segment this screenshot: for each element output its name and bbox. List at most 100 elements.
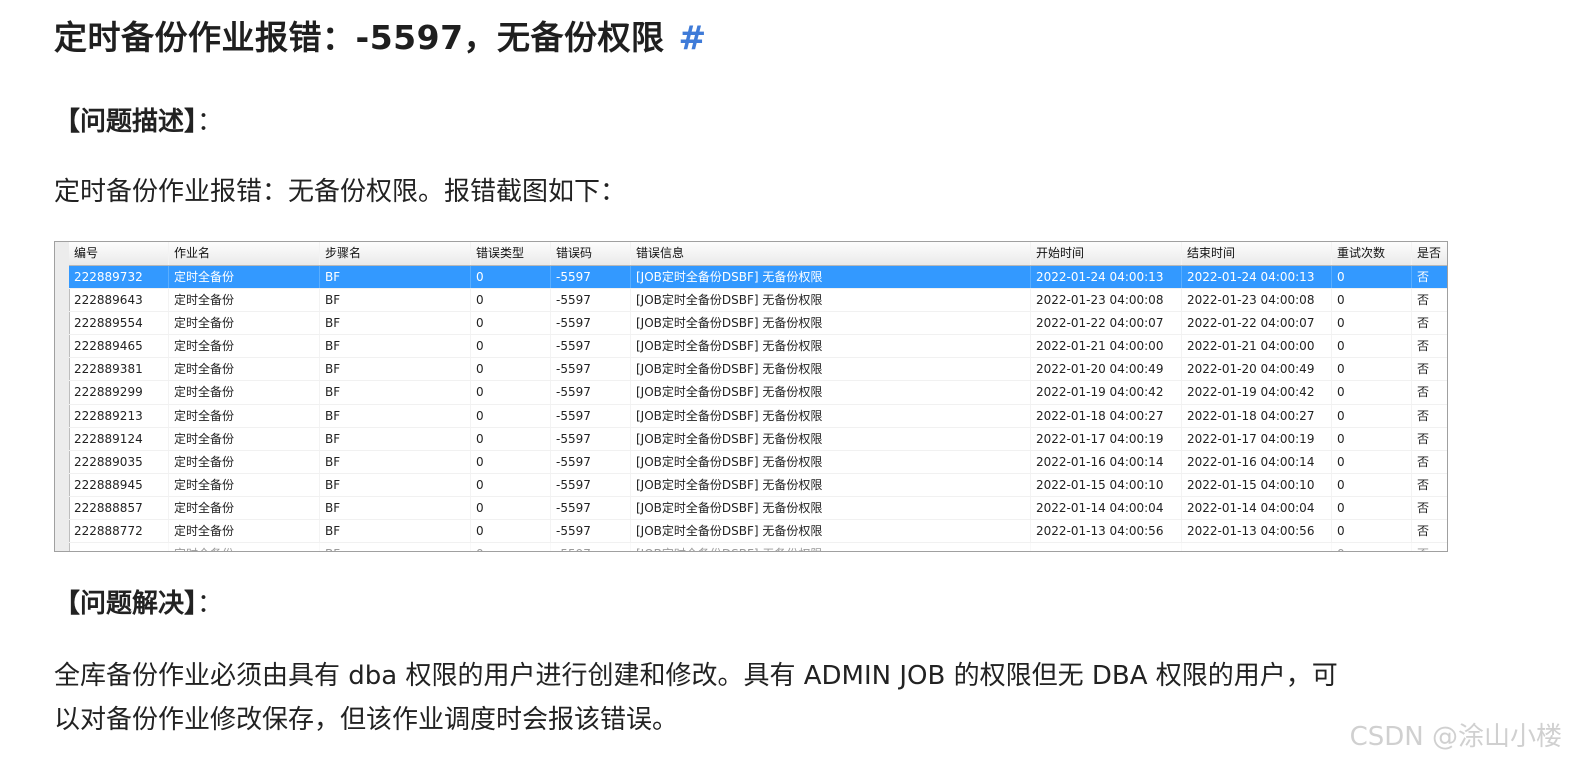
- column-header-step-name[interactable]: 步骤名: [320, 242, 471, 265]
- job-error-grid: 编号 作业名 步骤名 错误类型 错误码 错误信息 开始时间 结束时间 重试次数 是否 2228897…: [69, 242, 1447, 551]
- table-row[interactable]: 222889643 定时全备份 BF 0 -5597 [JOB定时全备份DSBF] 无备份…: [69, 289, 1447, 313]
- cell-id: 222889299: [69, 381, 169, 404]
- cell-error-code: -5597: [551, 473, 631, 496]
- cell-step-name: BF: [320, 404, 471, 427]
- error-screenshot-table: 编号 作业名 步骤名 错误类型 错误码 错误信息 开始时间 结束时间 重试次数 是否 2228897…: [54, 241, 1448, 552]
- cell-end-time: 2022-01-19 04:00:42: [1182, 381, 1332, 404]
- column-header-start-time[interactable]: 开始时间: [1031, 242, 1182, 265]
- cell-error-type: 0: [471, 266, 551, 289]
- cell-start-time: 2022-01-22 04:00:07: [1031, 312, 1182, 335]
- cell-error-message: [JOB定时全备份DSBF] 无备份权限: [631, 543, 1031, 551]
- cell-flag: 否: [1412, 497, 1447, 519]
- table-row[interactable]: 222889465 定时全备份 BF 0 -5597 [JOB定时全备份DSBF] 无备份…: [69, 335, 1447, 359]
- cell-end-time: 2022-01-18 04:00:27: [1182, 404, 1332, 427]
- cell-error-code: -5597: [551, 427, 631, 450]
- table-row[interactable]: 222888857 定时全备份 BF 0 -5597 [JOB定时全备份DSBF] 无备份…: [69, 496, 1447, 521]
- cell-step-name: BF: [320, 427, 471, 450]
- cell-start-time: 2022-01-15 04:00:10: [1031, 473, 1182, 496]
- cell-step-name: BF: [320, 543, 471, 551]
- cell-end-time: [1182, 543, 1332, 551]
- column-header-error-message[interactable]: 错误信息: [631, 242, 1031, 265]
- cell-step-name: BF: [320, 520, 471, 543]
- cell-flag: 否: [1412, 543, 1447, 551]
- cell-end-time: 2022-01-17 04:00:19: [1182, 427, 1332, 450]
- cell-flag: 否: [1412, 312, 1447, 334]
- cell-flag: 否: [1412, 381, 1447, 403]
- table-row[interactable]: 222889124 定时全备份 BF 0 -5597 [JOB定时全备份DSBF] 无备份…: [69, 427, 1447, 451]
- cell-error-type: 0: [471, 404, 551, 427]
- cell-step-name: BF: [320, 381, 471, 404]
- cell-start-time: 2022-01-16 04:00:14: [1031, 450, 1182, 473]
- heading-anchor-link[interactable]: #: [679, 18, 707, 57]
- cell-error-message: [JOB定时全备份DSBF] 无备份权限: [631, 427, 1031, 450]
- table-row[interactable]: 222889035 定时全备份 BF 0 -5597 [JOB定时全备份DSBF] 无备份…: [69, 450, 1447, 474]
- cell-error-message: [JOB定时全备份DSBF] 无备份权限: [631, 496, 1031, 520]
- cell-error-message: [JOB定时全备份DSBF] 无备份权限: [631, 266, 1031, 289]
- cell-error-message: [JOB定时全备份DSBF] 无备份权限: [631, 381, 1031, 404]
- cell-step-name: BF: [320, 450, 471, 473]
- table-row-partial[interactable]: 定时全备份BF0-5597[JOB定时全备份DSBF] 无备份权限0否: [69, 543, 1447, 551]
- cell-error-message: [JOB定时全备份DSBF] 无备份权限: [631, 450, 1031, 473]
- cell-retry-count: 0: [1332, 266, 1412, 289]
- cell-retry-count: 0: [1332, 289, 1412, 312]
- cell-id: 222888857: [69, 496, 169, 520]
- cell-job-name: 定时全备份: [169, 520, 320, 543]
- cell-id: 222889381: [69, 358, 169, 381]
- table-row[interactable]: 222889299 定时全备份 BF 0 -5597 [JOB定时全备份DSBF] 无备份…: [69, 381, 1447, 405]
- column-header-job-name[interactable]: 作业名: [169, 242, 320, 265]
- cell-flag: 否: [1412, 520, 1447, 542]
- cell-flag: 否: [1412, 358, 1447, 380]
- page-title: 定时备份作业报错：-5597，无备份权限 #: [54, 14, 707, 62]
- table-row[interactable]: 222889213 定时全备份 BF 0 -5597 [JOB定时全备份DSBF] 无备份…: [69, 404, 1447, 428]
- cell-error-type: 0: [471, 427, 551, 450]
- problem-description: 定时备份作业报错：无备份权限。报错截图如下：: [54, 177, 627, 207]
- cell-error-code: -5597: [551, 450, 631, 473]
- cell-id: [69, 543, 169, 551]
- column-header-retry-count[interactable]: 重试次数: [1332, 242, 1412, 265]
- cell-end-time: 2022-01-22 04:00:07: [1182, 312, 1332, 335]
- cell-start-time: [1031, 543, 1182, 551]
- cell-error-type: 0: [471, 450, 551, 473]
- cell-start-time: 2022-01-21 04:00:00: [1031, 335, 1182, 358]
- column-header-end-time[interactable]: 结束时间: [1182, 242, 1332, 265]
- cell-error-code: -5597: [551, 312, 631, 335]
- cell-job-name: 定时全备份: [169, 266, 320, 289]
- cell-retry-count: 0: [1332, 358, 1412, 381]
- page-title-text: 定时备份作业报错：-5597，无备份权限: [54, 18, 665, 57]
- column-header-flag[interactable]: 是否: [1412, 242, 1447, 265]
- cell-id: 222889035: [69, 450, 169, 473]
- cell-retry-count: 0: [1332, 543, 1412, 551]
- cell-error-message: [JOB定时全备份DSBF] 无备份权限: [631, 358, 1031, 381]
- cell-error-message: [JOB定时全备份DSBF] 无备份权限: [631, 312, 1031, 335]
- cell-start-time: 2022-01-18 04:00:27: [1031, 404, 1182, 427]
- table-row[interactable]: 222889554 定时全备份 BF 0 -5597 [JOB定时全备份DSBF] 无备份…: [69, 312, 1447, 336]
- cell-job-name: 定时全备份: [169, 543, 320, 551]
- table-row[interactable]: 222888772 定时全备份 BF 0 -5597 [JOB定时全备份DSBF] 无备份…: [69, 520, 1447, 544]
- table-row[interactable]: 222889732 定时全备份 BF 0 -5597 [JOB定时全备份DSBF] 无备份…: [69, 266, 1447, 290]
- cell-error-message: [JOB定时全备份DSBF] 无备份权限: [631, 404, 1031, 427]
- section-heading-problem: 【问题描述】：: [54, 102, 223, 142]
- cell-id: 222889124: [69, 427, 169, 450]
- table-row[interactable]: 222888945 定时全备份 BF 0 -5597 [JOB定时全备份DSBF] 无备份…: [69, 473, 1447, 497]
- cell-error-type: 0: [471, 496, 551, 520]
- table-header-row[interactable]: 编号 作业名 步骤名 错误类型 错误码 错误信息 开始时间 结束时间 重试次数 是否: [69, 242, 1447, 266]
- cell-id: 222889643: [69, 289, 169, 312]
- cell-step-name: BF: [320, 496, 471, 520]
- cell-error-code: -5597: [551, 266, 631, 289]
- cell-error-type: 0: [471, 312, 551, 335]
- cell-error-type: 0: [471, 543, 551, 551]
- cell-error-type: 0: [471, 473, 551, 496]
- cell-error-code: -5597: [551, 404, 631, 427]
- cell-step-name: BF: [320, 312, 471, 335]
- row-header-gutter: [55, 242, 70, 551]
- cell-error-type: 0: [471, 289, 551, 312]
- table-row[interactable]: 222889381 定时全备份 BF 0 -5597 [JOB定时全备份DSBF] 无备份…: [69, 358, 1447, 382]
- cell-start-time: 2022-01-13 04:00:56: [1031, 520, 1182, 543]
- column-header-id[interactable]: 编号: [69, 242, 169, 265]
- cell-id: 222889213: [69, 404, 169, 427]
- column-header-error-type[interactable]: 错误类型: [471, 242, 551, 265]
- cell-retry-count: 0: [1332, 450, 1412, 473]
- column-header-error-code[interactable]: 错误码: [551, 242, 631, 265]
- cell-job-name: 定时全备份: [169, 473, 320, 496]
- cell-error-code: -5597: [551, 358, 631, 381]
